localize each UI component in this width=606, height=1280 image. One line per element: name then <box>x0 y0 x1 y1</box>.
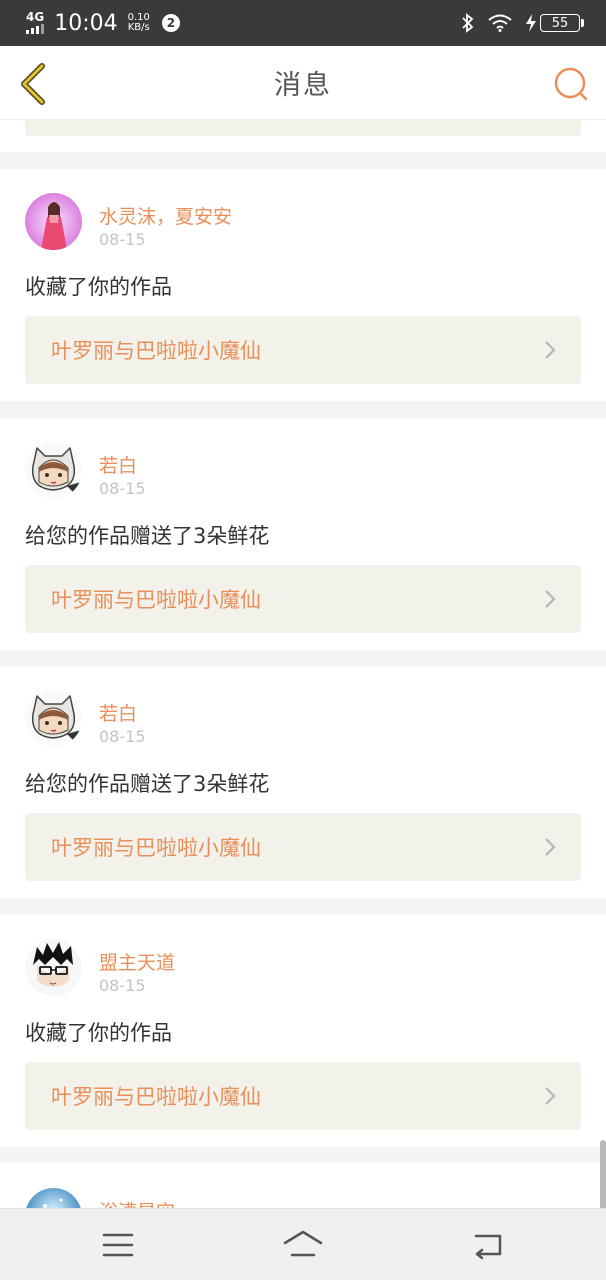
system-nav-bar <box>0 1208 606 1280</box>
user-name[interactable]: 浴漕星空 <box>99 1197 175 1208</box>
starry-avatar-icon[interactable] <box>25 1188 82 1208</box>
network-speed: 0.10 KB/s <box>128 13 150 33</box>
work-link[interactable]: 叶罗丽与巴啦啦小魔仙 <box>25 1062 581 1130</box>
message-card: 水灵沫，夏安安 08-15 收藏了你的作品 叶罗丽与巴啦啦小魔仙 <box>0 169 606 401</box>
return-icon[interactable] <box>468 1229 508 1261</box>
home-icon[interactable] <box>283 1229 323 1261</box>
scrollbar[interactable] <box>600 1140 606 1208</box>
search-icon[interactable] <box>552 65 590 103</box>
message-text: 收藏了你的作品 <box>25 275 172 299</box>
user-name[interactable]: 若白 <box>99 451 137 478</box>
status-bar: 4G 10:04 0.10 KB/s 2 55 <box>0 0 606 46</box>
message-card-partial <box>0 120 606 152</box>
work-link-partial[interactable] <box>25 120 581 136</box>
work-link[interactable]: 叶罗丽与巴啦啦小魔仙 <box>25 813 581 881</box>
signal-icon <box>26 24 44 34</box>
work-title: 叶罗丽与巴啦啦小魔仙 <box>51 1085 261 1109</box>
speed-unit: KB/s <box>127 22 150 33</box>
cat-hood-avatar-icon[interactable] <box>25 690 82 747</box>
wifi-icon <box>488 14 512 32</box>
message-card: 若白 08-15 给您的作品赠送了3朵鲜花 叶罗丽与巴啦啦小魔仙 <box>0 418 606 650</box>
chevron-right-icon <box>545 838 556 856</box>
menu-icon[interactable] <box>98 1229 138 1261</box>
message-list[interactable]: 水灵沫，夏安安 08-15 收藏了你的作品 叶罗丽与巴啦啦小魔仙 若白 08-1… <box>0 120 606 1208</box>
page-title: 消息 <box>274 70 332 101</box>
chevron-right-icon <box>545 590 556 608</box>
bluetooth-icon <box>462 13 474 33</box>
charging-icon <box>526 14 536 32</box>
app-header: 消息 <box>0 46 606 120</box>
cat-hood-avatar-icon[interactable] <box>25 442 82 499</box>
glasses-boy-avatar-icon[interactable] <box>25 939 82 996</box>
work-title: 叶罗丽与巴啦啦小魔仙 <box>51 339 261 363</box>
user-name[interactable]: 若白 <box>99 699 137 726</box>
notification-badge: 2 <box>161 14 180 32</box>
back-arrow-icon[interactable] <box>14 62 54 106</box>
chevron-right-icon <box>545 1087 556 1105</box>
user-name[interactable]: 盟主天道 <box>99 948 175 975</box>
message-date: 08-15 <box>99 479 146 498</box>
chevron-right-icon <box>545 341 556 359</box>
message-text: 收藏了你的作品 <box>25 1021 172 1045</box>
work-link[interactable]: 叶罗丽与巴啦啦小魔仙 <box>25 565 581 633</box>
work-title: 叶罗丽与巴啦啦小魔仙 <box>51 836 261 860</box>
message-card: 若白 08-15 给您的作品赠送了3朵鲜花 叶罗丽与巴啦啦小魔仙 <box>0 666 606 898</box>
network-indicator: 4G <box>26 10 45 34</box>
message-date: 08-15 <box>99 230 146 249</box>
message-card-partial: 浴漕星空 <box>0 1163 606 1208</box>
user-name[interactable]: 水灵沫，夏安安 <box>99 202 232 229</box>
girl-avatar-icon[interactable] <box>25 193 82 250</box>
message-date: 08-15 <box>99 976 146 995</box>
battery-indicator: 55 <box>525 14 584 32</box>
message-text: 给您的作品赠送了3朵鲜花 <box>25 524 270 548</box>
network-type: 4G <box>26 10 45 24</box>
work-link[interactable]: 叶罗丽与巴啦啦小魔仙 <box>25 316 581 384</box>
clock: 10:04 <box>54 10 118 36</box>
work-title: 叶罗丽与巴啦啦小魔仙 <box>51 588 261 612</box>
battery-level: 55 <box>551 15 569 31</box>
message-card: 盟主天道 08-15 收藏了你的作品 叶罗丽与巴啦啦小魔仙 <box>0 915 606 1147</box>
message-text: 给您的作品赠送了3朵鲜花 <box>25 772 270 796</box>
message-date: 08-15 <box>99 727 146 746</box>
